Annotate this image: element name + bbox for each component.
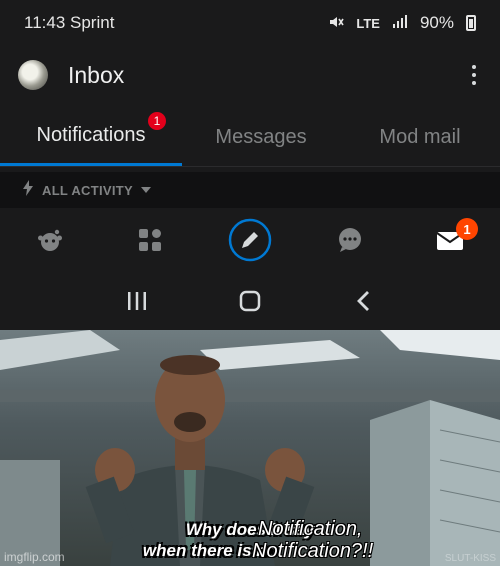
caption-line1-typed: Notification, — [258, 518, 363, 540]
home-icon[interactable] — [26, 216, 74, 264]
inbox-tabs: Notifications 1 Messages Mod mail — [0, 108, 500, 167]
back-icon[interactable] — [343, 281, 383, 321]
tab-notifications-label: Notifications — [36, 124, 146, 146]
bottom-nav: 1 — [0, 208, 500, 272]
tab-mod-mail-label: Mod mail — [379, 125, 461, 148]
status-bar: 11:43 Sprint LTE 90% — [0, 0, 500, 46]
meme-image: Why does it say Notification, when there… — [0, 330, 500, 566]
tab-mod-mail[interactable]: Mod mail — [340, 108, 500, 166]
battery-percent: 90% — [419, 13, 454, 32]
signal-icon — [392, 13, 408, 33]
communities-icon[interactable] — [126, 216, 174, 264]
app-header: Inbox — [0, 46, 500, 104]
avatar[interactable] — [18, 60, 48, 90]
page-title: Inbox — [68, 61, 125, 88]
caption-line2-typed: Notification?!! — [252, 540, 374, 562]
system-nav-bar — [0, 272, 500, 330]
recents-icon[interactable] — [117, 281, 157, 321]
kebab-menu-icon[interactable] — [466, 61, 482, 89]
inbox-mail-icon[interactable]: 1 — [426, 216, 478, 264]
chevron-down-icon — [141, 185, 151, 196]
status-carrier: Sprint — [70, 13, 115, 32]
meme-caption-line1: Why does it say — [0, 520, 500, 540]
imgflip-watermark: imgflip.com — [4, 550, 65, 564]
meme-caption-line2: when there is no — [0, 541, 460, 561]
mute-icon — [328, 14, 345, 33]
tab-messages-label: Messages — [215, 125, 307, 148]
tab-messages[interactable]: Messages — [182, 108, 340, 166]
create-post-icon[interactable] — [226, 216, 274, 264]
activity-filter[interactable]: ALL ACTIVITY — [0, 172, 500, 208]
status-time: 11:43 — [24, 13, 66, 32]
bolt-icon — [22, 180, 34, 200]
home-button-icon[interactable] — [230, 281, 270, 321]
corner-watermark: SLUT-KISS — [444, 553, 496, 564]
chat-icon[interactable] — [326, 216, 374, 264]
notification-count-badge: 1 — [148, 112, 166, 130]
battery-icon — [466, 15, 476, 31]
status-right: LTE 90% — [328, 13, 476, 33]
status-left: 11:43 Sprint — [24, 13, 114, 33]
mail-count-badge: 1 — [456, 218, 478, 240]
tab-notifications[interactable]: Notifications 1 — [0, 108, 182, 166]
filter-label: ALL ACTIVITY — [42, 182, 133, 198]
lte-label: LTE — [356, 15, 380, 31]
